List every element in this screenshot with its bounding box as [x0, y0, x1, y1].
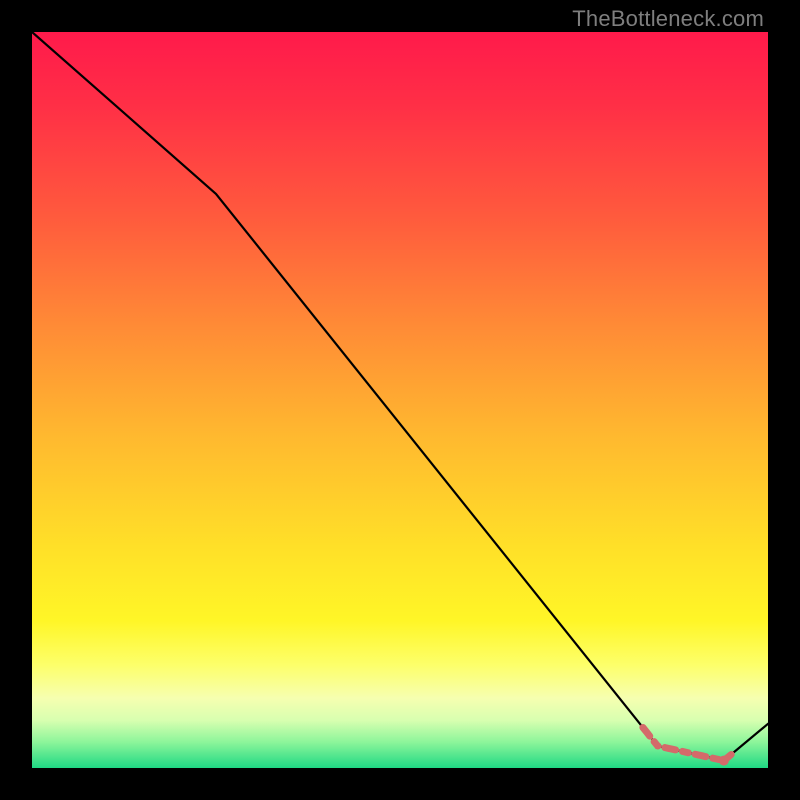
plot-area	[32, 32, 768, 768]
watermark-text: TheBottleneck.com	[572, 6, 764, 32]
stage: TheBottleneck.com	[0, 0, 800, 800]
highlight-dot	[719, 756, 729, 766]
highlight-dash	[643, 728, 731, 761]
bottleneck-curve	[32, 32, 768, 761]
chart-svg	[32, 32, 768, 768]
